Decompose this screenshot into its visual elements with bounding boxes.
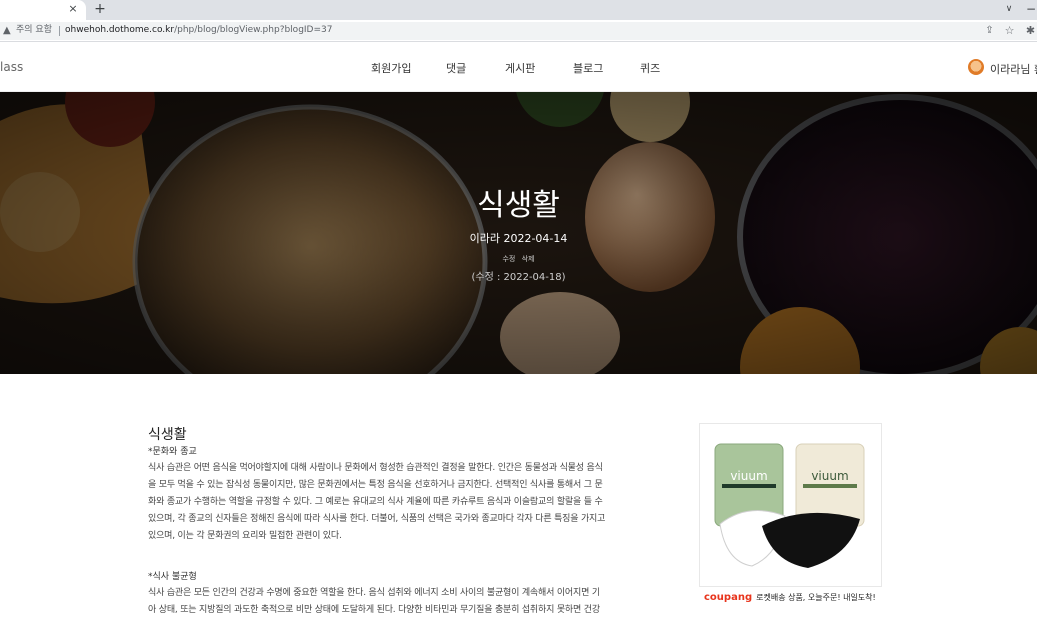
ad-product-image: viuum viuum xyxy=(714,443,865,568)
paragraph-line: 화와 종교가 수행하는 역할을 규정할 수 있다. 그 예로는 유대교의 식사 … xyxy=(148,497,603,507)
user-greeting[interactable]: 이라라님 환 xyxy=(990,61,1037,77)
paragraph-line: 식사 습관은 모든 인간의 건강과 수명에 중요한 역할을 한다. 음식 섭취와… xyxy=(148,588,600,598)
share-icon[interactable]: ⇪ xyxy=(983,24,996,37)
section-heading: *문화와 종교 xyxy=(148,447,197,457)
avatar[interactable] xyxy=(968,59,984,75)
omnibox[interactable]: ▲ 주의 요함 ohwehoh.dothome.co.kr/php/blog/b… xyxy=(0,22,1037,40)
paragraph: 식사 습관은 모든 인간의 건강과 수명에 중요한 역할을 한다. 음식 섭취와… xyxy=(148,585,676,619)
url-text[interactable]: ohwehoh.dothome.co.kr/php/blog/blogView.… xyxy=(65,24,332,37)
tab-search-icon[interactable]: ∨ xyxy=(1002,2,1016,16)
post-title: 식생활 xyxy=(477,188,560,223)
tab-close-icon[interactable]: × xyxy=(66,2,80,16)
post-author-date: 이라라 2022-04-14 xyxy=(469,232,568,245)
paragraph: 식사 습관은 어떤 음식을 먹어야할지에 대해 사람이나 문화에서 형성한 습관… xyxy=(148,460,676,545)
extension-icon[interactable]: ✱ xyxy=(1024,24,1037,37)
browser-tab[interactable]: × xyxy=(0,0,86,20)
menu-item-comments[interactable]: 댓글 xyxy=(446,60,466,76)
menu-item-signup[interactable]: 회원가입 xyxy=(371,60,411,76)
address-bar: ▲ 주의 요함 ohwehoh.dothome.co.kr/php/blog/b… xyxy=(0,20,1037,42)
product-label-right: viuum xyxy=(811,469,848,483)
menu-item-blog[interactable]: 블로그 xyxy=(573,60,603,76)
browser-tab-strip: × + ∨ − xyxy=(0,0,1037,20)
url-host: ohwehoh.dothome.co.kr xyxy=(65,25,175,35)
ad-tagline: 로켓배송 상품, 오늘주문! 내일도착! xyxy=(756,593,876,602)
site-header: lass 회원가입 댓글 게시판 블로그 퀴즈 이라라님 환 xyxy=(0,43,1037,92)
edit-link[interactable]: 수정 xyxy=(502,255,515,263)
content-title: 식생활 xyxy=(148,427,187,443)
menu-item-board[interactable]: 게시판 xyxy=(505,60,535,76)
hero-banner: 식생활 이라라 2022-04-14 수정 삭제 (수정 : 2022-04-1… xyxy=(0,92,1037,374)
post-content: 식생활 *문화와 종교 식사 습관은 어떤 음식을 먹어야할지에 대해 사람이나… xyxy=(148,426,676,619)
minimize-icon[interactable]: − xyxy=(1026,1,1037,17)
menu-item-quiz[interactable]: 퀴즈 xyxy=(640,60,660,76)
new-tab-icon[interactable]: + xyxy=(92,1,108,17)
warning-icon[interactable]: ▲ xyxy=(3,24,15,37)
paragraph-line: 을 모두 먹을 수 있는 잡식성 동물이지만, 많은 문화권에서는 특정 음식을… xyxy=(148,480,603,490)
section-heading: *식사 불균형 xyxy=(148,572,197,582)
post-actions: 수정 삭제 xyxy=(0,254,1037,264)
paragraph-line: 있으며, 이는 각 문화권의 요리와 밀접한 관련이 있다. xyxy=(148,531,342,541)
omnibox-divider xyxy=(59,26,60,36)
coupang-logo: coupang xyxy=(704,592,753,603)
site-logo[interactable]: lass xyxy=(0,60,23,74)
paragraph-line: 있으며, 각 종교의 신자들은 정해진 음식에 따라 식사를 한다. 더불어, … xyxy=(148,514,606,524)
delete-link[interactable]: 삭제 xyxy=(522,255,535,263)
paragraph-line: 아 상태, 또는 지방질의 과도한 축적으로 비만 상태에 도달하게 된다. 다… xyxy=(148,605,600,615)
product-label-left: viuum xyxy=(730,469,767,483)
post-edited-date: (수정 : 2022-04-18) xyxy=(471,272,566,283)
paragraph-line: 식사 습관은 어떤 음식을 먹어야할지에 대해 사람이나 문화에서 형성한 습관… xyxy=(148,463,603,473)
security-warning[interactable]: 주의 요함 xyxy=(16,24,52,37)
ad-caption[interactable]: coupang 로켓배송 상품, 오늘주문! 내일도착! xyxy=(704,591,884,605)
star-icon[interactable]: ☆ xyxy=(1003,24,1016,37)
ad-banner[interactable]: viuum viuum xyxy=(699,423,882,587)
url-path: /php/blog/blogView.php?blogID=37 xyxy=(174,25,333,35)
